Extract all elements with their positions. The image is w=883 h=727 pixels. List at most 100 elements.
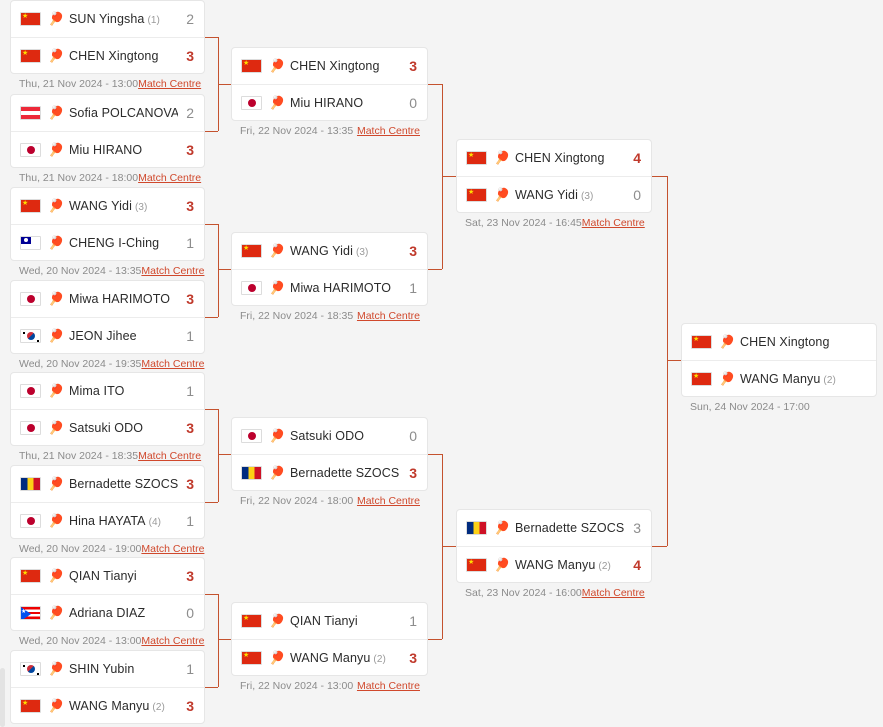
match-centre-link[interactable]: Match Centre (138, 450, 201, 462)
match-centre-link[interactable]: Match Centre (138, 78, 201, 90)
player-row[interactable]: 🏓 Satsuki ODO 0 (232, 418, 427, 454)
connector-line (205, 37, 218, 38)
match-meta: Wed, 20 Nov 2024 - 19:00 Match Centre (10, 539, 205, 555)
player-row[interactable]: 🏓 QIAN Tianyi 1 (232, 603, 427, 639)
player-row[interactable]: 🏓 Miwa HARIMOTO 1 (232, 269, 427, 305)
player-row[interactable]: 🏓 CHEN Xingtong 3 (11, 37, 204, 73)
match-r3m1: 🏓 CHEN Xingtong 4 🏓 WANG Yidi(3) 0 Sat, 23 Nov… (456, 139, 652, 229)
player-score: 1 (409, 613, 417, 629)
player-row[interactable]: 🏓 Miwa HARIMOTO 3 (11, 281, 204, 317)
connector-line (205, 594, 218, 595)
match-centre-link[interactable]: Match Centre (141, 265, 204, 277)
vertical-scrollbar[interactable] (0, 668, 5, 727)
player-row[interactable]: 🏓 WANG Manyu(2) 3 (232, 639, 427, 675)
match-r2m2: 🏓 WANG Yidi(3) 3 🏓 Miwa HARIMOTO 1 Fri, 22 Nov… (231, 232, 428, 322)
player-row[interactable]: 🏓 CHENG I-Ching 1 (11, 224, 204, 260)
player-row[interactable]: 🏓 WANG Yidi(3) 3 (11, 188, 204, 224)
player-avatar-icon: 🏓 (269, 464, 286, 480)
match-centre-link[interactable]: Match Centre (141, 635, 204, 647)
match-meta: Fri, 22 Nov 2024 - 13:35 Match Centre (231, 121, 428, 137)
player-row[interactable]: 🏓 Miu HIRANO 3 (11, 131, 204, 167)
player-row[interactable]: 🏓 Bernadette SZOCS 3 (457, 510, 651, 546)
player-score: 2 (186, 105, 194, 121)
player-name: SUN Yingsha (1) (69, 12, 160, 26)
match-card[interactable]: 🏓 CHEN Xingtong 4 🏓 WANG Yidi(3) 0 (456, 139, 652, 213)
match-centre-link[interactable]: Match Centre (138, 172, 201, 184)
player-row[interactable]: 🏓 JEON Jihee 1 (11, 317, 204, 353)
player-avatar-icon: 🏓 (719, 370, 736, 386)
player-row[interactable]: 🏓 WANG Manyu(2) 3 (11, 687, 204, 723)
player-row[interactable]: 🏓 Bernadette SZOCS 3 (11, 466, 204, 502)
match-card[interactable]: 🏓 Sofia POLCANOVA 2 🏓 Miu HIRANO 3 (10, 94, 205, 168)
match-meta: Sun, 24 Nov 2024 - 17:00 (681, 397, 877, 413)
flag-icon-cn (466, 151, 487, 165)
player-avatar-icon: 🏓 (494, 150, 511, 165)
match-card[interactable]: 🏓 QIAN Tianyi 1 🏓 WANG Manyu(2) 3 (231, 602, 428, 676)
match-centre-link[interactable]: Match Centre (141, 358, 204, 370)
match-r3m2: 🏓 Bernadette SZOCS 3 🏓 WANG Manyu(2) 4 Sat, 23… (456, 509, 652, 599)
player-row[interactable]: 🏓 Sofia POLCANOVA 2 (11, 95, 204, 131)
player-avatar-icon: 🏓 (48, 604, 65, 620)
match-centre-link[interactable]: Match Centre (141, 543, 204, 555)
match-card[interactable]: 🏓 SUN Yingsha(1) 2 🏓 CHEN Xingtong 3 (10, 0, 205, 74)
player-row[interactable]: 🏓 Satsuki ODO 3 (11, 409, 204, 445)
player-row[interactable]: 🏓 Mima ITO 1 (11, 373, 204, 409)
player-row[interactable]: 🏓 WANG Yidi(3) 0 (457, 176, 651, 212)
player-row[interactable]: 🏓 SUN Yingsha(1) 2 (11, 1, 204, 37)
match-card[interactable]: 🏓 CHEN Xingtong 🏓 WANG Manyu(2) (681, 323, 877, 397)
flag-icon-cn (241, 650, 262, 665)
player-avatar-icon: 🏓 (48, 11, 65, 26)
connector-line (218, 269, 231, 270)
player-score: 1 (409, 279, 417, 296)
player-row[interactable]: 🏓 Adriana DIAZ 0 (11, 594, 204, 630)
connector-line (205, 317, 218, 318)
match-card[interactable]: 🏓 SHIN Yubin 1 🏓 WANG Manyu(2) 3 (10, 650, 205, 724)
match-datetime: Thu, 21 Nov 2024 - 18:35 (19, 450, 139, 462)
match-centre-link[interactable]: Match Centre (357, 125, 420, 137)
match-centre-link[interactable]: Match Centre (357, 495, 420, 507)
connector-line (218, 639, 231, 640)
match-centre-link[interactable]: Match Centre (582, 217, 645, 229)
player-avatar-icon: 🏓 (269, 428, 286, 443)
player-score: 1 (186, 512, 194, 529)
match-card[interactable]: 🏓 Bernadette SZOCS 3 🏓 Hina HAYATA (4) 1 (10, 465, 205, 539)
match-centre-link[interactable]: Match Centre (582, 587, 645, 599)
player-row[interactable]: 🏓 WANG Manyu(2) (682, 360, 876, 396)
player-seed: (3) (580, 190, 594, 202)
player-row[interactable]: 🏓 WANG Yidi(3) 3 (232, 233, 427, 269)
match-datetime: Fri, 22 Nov 2024 - 13:35 (240, 125, 354, 137)
match-card[interactable]: 🏓 WANG Yidi(3) 3 🏓 Miwa HARIMOTO 1 (231, 232, 428, 306)
flag-icon-jp (20, 420, 41, 435)
player-score: 4 (633, 150, 641, 166)
match-meta: Thu, 21 Nov 2024 - 18:00 Match Centre (10, 168, 205, 184)
match-card[interactable]: 🏓 WANG Yidi(3) 3 🏓 CHENG I-Ching 1 (10, 187, 205, 261)
player-row[interactable]: 🏓 Hina HAYATA (4) 1 (11, 502, 204, 538)
match-card[interactable]: 🏓 Satsuki ODO 0 🏓 Bernadette SZOCS 3 (231, 417, 428, 491)
connector-line (652, 546, 667, 547)
player-row[interactable]: 🏓 SHIN Yubin 1 (11, 651, 204, 687)
match-card[interactable]: 🏓 QIAN Tianyi 3 🏓 Adriana DIAZ 0 (10, 557, 205, 631)
connector-line (442, 176, 456, 177)
match-card[interactable]: 🏓 CHEN Xingtong 3 🏓 Miu HIRANO 0 (231, 47, 428, 121)
player-row[interactable]: 🏓 CHEN Xingtong (682, 324, 876, 360)
player-row[interactable]: 🏓 Miu HIRANO 0 (232, 84, 427, 120)
player-row[interactable]: 🏓 CHEN Xingtong 4 (457, 140, 651, 176)
connector-line (442, 546, 456, 547)
player-avatar-icon: 🏓 (269, 613, 286, 628)
match-r1m4: 🏓 Miwa HARIMOTO 3 🏓 JEON Jihee 1 Wed, 20 Nov 2… (10, 280, 205, 370)
match-centre-link[interactable]: Match Centre (357, 310, 420, 322)
player-row[interactable]: 🏓 CHEN Xingtong 3 (232, 48, 427, 84)
connector-line (205, 502, 218, 503)
player-name: Miwa HARIMOTO (290, 280, 392, 295)
match-card[interactable]: 🏓 Miwa HARIMOTO 3 🏓 JEON Jihee 1 (10, 280, 205, 354)
flag-icon-jp (241, 280, 262, 295)
match-centre-link[interactable]: Match Centre (357, 680, 420, 692)
match-card[interactable]: 🏓 Bernadette SZOCS 3 🏓 WANG Manyu(2) 4 (456, 509, 652, 583)
player-name: Bernadette SZOCS (515, 521, 625, 535)
match-card[interactable]: 🏓 Mima ITO 1 🏓 Satsuki ODO 3 (10, 372, 205, 446)
player-row[interactable]: 🏓 Bernadette SZOCS 3 (232, 454, 427, 490)
player-name: Miu HIRANO (290, 95, 364, 110)
player-row[interactable]: 🏓 QIAN Tianyi 3 (11, 558, 204, 594)
player-score: 3 (409, 243, 417, 259)
player-row[interactable]: 🏓 WANG Manyu(2) 4 (457, 546, 651, 582)
